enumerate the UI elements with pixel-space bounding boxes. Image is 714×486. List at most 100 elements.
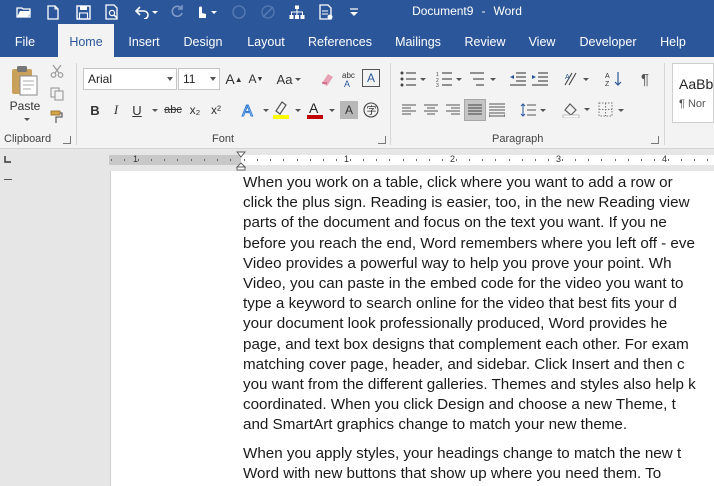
ruler-tick: [150, 159, 152, 161]
tab-design[interactable]: Design: [178, 24, 228, 57]
horizontal-ruler[interactable]: 1 1 2 3 4: [0, 149, 714, 171]
paragraph-launcher-icon[interactable]: [651, 136, 659, 144]
ruler-tick: [309, 159, 311, 161]
paste-button-label[interactable]: Paste: [4, 98, 46, 114]
multilevel-list-icon[interactable]: [468, 69, 498, 89]
ruler-tick: [389, 159, 391, 161]
shading-icon[interactable]: [560, 100, 592, 120]
svg-text:字: 字: [367, 104, 377, 117]
strikethrough-button[interactable]: abc: [162, 101, 184, 119]
ruler-tick: [482, 159, 483, 161]
font-color-icon[interactable]: A: [304, 99, 326, 121]
text-line: Video provides a powerful way to help yo…: [243, 254, 672, 272]
decrease-indent-icon[interactable]: [508, 69, 528, 89]
ruler-tick: [641, 159, 642, 161]
paste-dropdown-icon[interactable]: [20, 115, 30, 123]
style-normal-tile[interactable]: AaBb ¶ Nor: [672, 63, 714, 123]
body-paragraph[interactable]: When you apply styles, your headings cha…: [243, 444, 714, 484]
text-effects-dropdown-icon[interactable]: [260, 101, 269, 119]
ruler-tick: [535, 159, 536, 161]
tab-developer[interactable]: Developer: [572, 24, 644, 57]
change-case-button[interactable]: Aa: [272, 69, 306, 89]
text-line: Video, you can paste in the embed code f…: [243, 275, 684, 293]
tab-insert[interactable]: Insert: [120, 24, 168, 57]
phonetic-guide-icon[interactable]: abc A: [340, 69, 358, 89]
ruler-tick: [614, 159, 616, 161]
tab-mailings[interactable]: Mailings: [388, 24, 448, 57]
text-line: Word with new buttons that show up where…: [243, 465, 662, 483]
document-page[interactable]: When you work on a table, click where yo…: [110, 171, 714, 486]
align-right-icon[interactable]: [444, 101, 462, 119]
change-case-label: Aa: [276, 71, 293, 87]
text-line: your document look professionally produc…: [243, 315, 668, 333]
ruler-tick: [442, 159, 444, 161]
underline-button[interactable]: U: [128, 101, 146, 119]
grow-font-button[interactable]: A ▲: [224, 69, 244, 89]
svg-text:3: 3: [436, 83, 439, 87]
font-size-select[interactable]: 11: [178, 68, 220, 90]
asian-layout-icon[interactable]: A: [562, 69, 592, 89]
character-shading-icon[interactable]: A: [340, 101, 358, 119]
ruler-tick: [707, 159, 709, 161]
font-family-select[interactable]: Arial: [83, 68, 177, 90]
numbering-icon[interactable]: 123: [434, 69, 464, 89]
distributed-icon[interactable]: [488, 101, 506, 119]
text-line: coordinated. When you click Design and c…: [243, 396, 676, 414]
tab-view[interactable]: View: [520, 24, 564, 57]
subscript-button[interactable]: x₂: [186, 101, 204, 119]
body-paragraph[interactable]: When you work on a table, click where yo…: [243, 173, 714, 436]
tab-selector-icon[interactable]: [3, 154, 13, 164]
text-line: click the plus sign. Reading is easier, …: [243, 194, 690, 212]
highlight-color-icon[interactable]: [270, 99, 292, 121]
italic-button[interactable]: I: [108, 101, 124, 119]
text-effects-icon[interactable]: A: [238, 100, 260, 120]
text-line: and SmartArt graphics change to match yo…: [243, 416, 628, 434]
style-normal-label: ¶ Nor: [679, 98, 706, 110]
increase-indent-icon[interactable]: [530, 69, 550, 89]
copy-icon[interactable]: [48, 86, 66, 102]
ruler-tick: [468, 159, 470, 161]
align-left-icon[interactable]: [400, 101, 418, 119]
bullets-icon[interactable]: [398, 69, 428, 89]
justify-icon[interactable]: [464, 99, 486, 121]
ruler-tick: [256, 159, 258, 161]
align-center-icon[interactable]: [422, 101, 440, 119]
clipboard-launcher-icon[interactable]: [63, 136, 71, 144]
font-size-value: 11: [183, 72, 196, 86]
tab-references[interactable]: References: [302, 24, 378, 57]
font-color-dropdown-icon[interactable]: [326, 101, 335, 119]
ruler-left-margin: [109, 155, 241, 165]
text-line: matching cover page, header, and sidebar…: [243, 355, 685, 373]
text-line: When you apply styles, your headings cha…: [243, 445, 682, 462]
tab-layout[interactable]: Layout: [240, 24, 292, 57]
tab-help[interactable]: Help: [652, 24, 694, 57]
shrink-font-button[interactable]: A ▼: [246, 69, 266, 89]
document-name: Document9: [412, 4, 474, 18]
tab-file[interactable]: File: [0, 24, 50, 57]
underline-dropdown-icon[interactable]: [148, 101, 158, 119]
text-line: page, and text box designs that compleme…: [243, 335, 689, 353]
show-formatting-marks-icon[interactable]: ¶: [636, 69, 654, 89]
sort-icon[interactable]: AZ: [604, 69, 624, 89]
ruler-tick: [190, 159, 192, 161]
indent-marker-icon[interactable]: [236, 151, 246, 171]
superscript-button[interactable]: x²: [207, 101, 225, 119]
ribbon-tabs: File Home Insert Design Layout Reference…: [0, 24, 714, 57]
clipboard-group-label: Clipboard: [4, 133, 52, 145]
cut-icon[interactable]: [48, 63, 66, 79]
ruler-tick: [376, 159, 377, 161]
ruler-tick: [283, 159, 285, 161]
font-launcher-icon[interactable]: [378, 136, 386, 144]
character-border-icon[interactable]: A: [362, 69, 380, 87]
clipboard-icon[interactable]: [8, 63, 42, 97]
borders-icon[interactable]: [596, 100, 626, 120]
bold-button[interactable]: B: [86, 101, 104, 119]
line-spacing-icon[interactable]: [518, 101, 548, 119]
clear-formatting-icon[interactable]: [316, 69, 338, 89]
tab-review[interactable]: Review: [458, 24, 512, 57]
paragraph-group-label: Paragraph: [492, 133, 544, 145]
highlight-dropdown-icon[interactable]: [292, 101, 301, 119]
tab-home[interactable]: Home: [58, 24, 114, 57]
enclose-characters-icon[interactable]: 字: [362, 101, 380, 119]
format-painter-icon[interactable]: [48, 109, 66, 125]
